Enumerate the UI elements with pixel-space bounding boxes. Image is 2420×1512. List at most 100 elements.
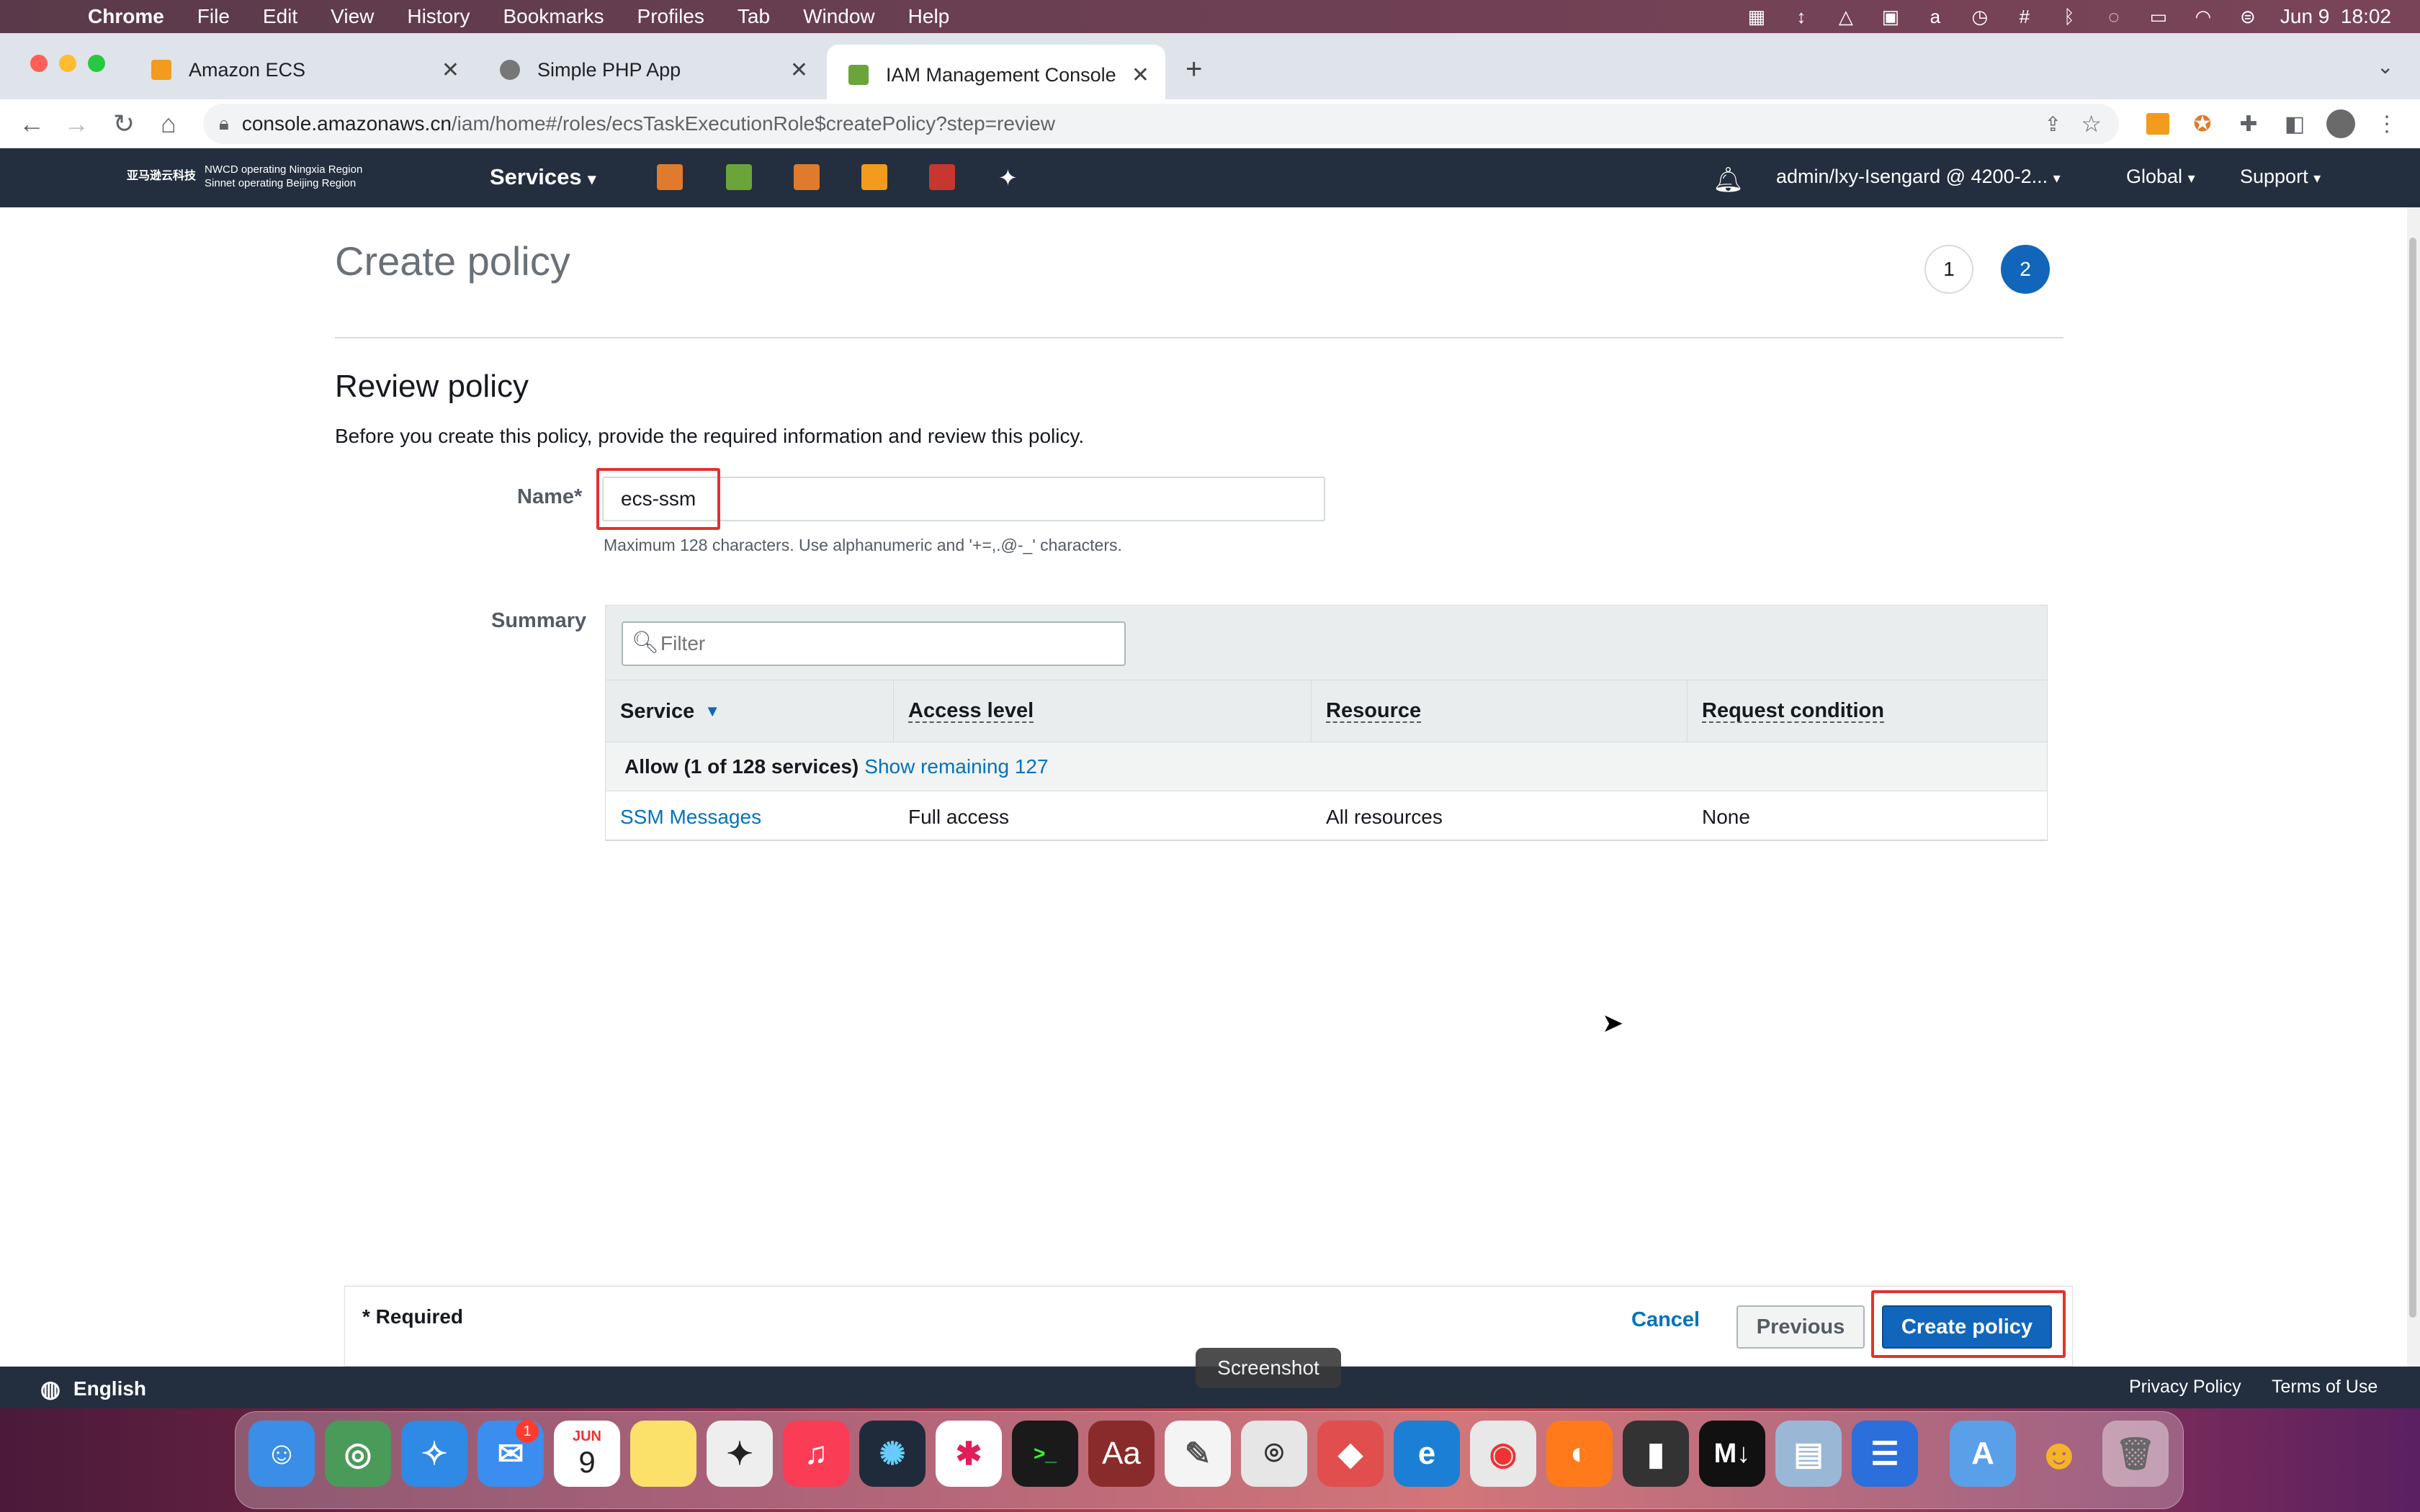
support-menu[interactable]: Support ▾	[2240, 166, 2321, 188]
extensions-puzzle-icon[interactable]: ✚	[2233, 108, 2264, 140]
menu-bookmarks[interactable]: Bookmarks	[503, 5, 604, 28]
menu-help[interactable]: Help	[908, 5, 950, 28]
files-app-icon[interactable]: ☰	[1852, 1421, 1918, 1487]
app-tray-icon[interactable]: ▣	[1878, 6, 1903, 27]
textedit-icon[interactable]: ✎	[1165, 1421, 1231, 1487]
vpn-icon[interactable]: △	[1834, 6, 1858, 27]
region-menu[interactable]: Global ▾	[2126, 166, 2195, 188]
close-window-icon[interactable]	[30, 55, 48, 72]
terminal-icon[interactable]: >_	[1012, 1421, 1078, 1487]
music-icon[interactable]: ♫	[783, 1421, 849, 1487]
services-menu[interactable]: Services ▾	[490, 164, 596, 190]
codedeploy-shortcut-icon[interactable]	[929, 164, 955, 190]
ec2-shortcut-icon[interactable]	[861, 164, 887, 190]
close-tab-icon[interactable]: ✕	[790, 58, 808, 83]
menu-app-name[interactable]: Chrome	[88, 5, 164, 28]
cancel-button[interactable]: Cancel	[1631, 1308, 1700, 1332]
control-center-icon[interactable]: ⊜	[2236, 6, 2260, 27]
ecs-shortcut-icon[interactable]	[657, 164, 683, 190]
side-panel-icon[interactable]: ◧	[2279, 108, 2311, 140]
text-tray-icon[interactable]: a	[1923, 6, 1948, 27]
create-policy-button[interactable]: Create policy	[1882, 1305, 2052, 1349]
pin-icon[interactable]: ✦	[998, 164, 1018, 192]
close-tab-icon[interactable]: ✕	[442, 58, 460, 83]
cloudformation-shortcut-icon[interactable]	[794, 164, 820, 190]
address-bar[interactable]: 🔒︎ console.amazonaws.cn /iam/home#/roles…	[203, 104, 2119, 144]
column-service[interactable]: Service ▼	[606, 680, 894, 742]
wifi-icon[interactable]: ◠	[2191, 6, 2215, 27]
new-tab-icon[interactable]: +	[1186, 53, 1202, 86]
fox-app-icon[interactable]: ✦	[707, 1421, 773, 1487]
menu-edit[interactable]: Edit	[263, 5, 297, 28]
calendar-icon[interactable]: JUN 9	[554, 1421, 620, 1487]
bell-icon[interactable]: 🔔︎	[1713, 166, 1744, 194]
reload-icon[interactable]: ↻	[107, 107, 141, 141]
menu-history[interactable]: History	[407, 5, 470, 28]
bookmark-star-icon[interactable]: ☆	[2081, 110, 2102, 138]
tab-simple-php-app[interactable]: Simple PHP App ✕	[478, 45, 824, 95]
slack-icon[interactable]: ✱	[936, 1421, 1002, 1487]
arrows-icon[interactable]: ↕	[1789, 6, 1814, 27]
share-icon[interactable]: ⇪	[2045, 112, 2061, 136]
lock-icon[interactable]: 🔒︎	[219, 112, 229, 135]
home-icon[interactable]: ⌂	[151, 107, 186, 141]
minimize-window-icon[interactable]	[59, 55, 76, 72]
aws-china-logo[interactable]: 亚马逊云科技 NWCD operating Ningxia Region Sin…	[127, 163, 362, 190]
policy-name-input[interactable]	[602, 477, 1325, 521]
back-icon[interactable]: ←	[14, 107, 49, 141]
column-request-condition[interactable]: Request condition	[1688, 680, 2048, 742]
menu-view[interactable]: View	[331, 5, 374, 28]
column-resource[interactable]: Resource	[1312, 680, 1688, 742]
mascot-app-icon[interactable]: ☻	[2026, 1421, 2092, 1487]
app-bar-icon[interactable]: ▮	[1623, 1421, 1689, 1487]
show-remaining-link[interactable]: Show remaining 127	[864, 755, 1048, 778]
mute-icon[interactable]: ◌	[2102, 6, 2126, 27]
aws-extension-icon[interactable]	[2146, 113, 2169, 135]
notes-icon[interactable]	[630, 1421, 696, 1487]
scrollbar-thumb[interactable]	[2409, 238, 2416, 1318]
filter-input[interactable]	[622, 621, 1126, 666]
chrome-menu-icon[interactable]: ⋮	[2371, 108, 2403, 140]
firefox-icon[interactable]: ◐	[1546, 1421, 1613, 1487]
battery-icon[interactable]: ▭	[2146, 6, 2171, 27]
chrome-icon[interactable]: ◉	[1470, 1421, 1536, 1487]
previous-button[interactable]: Previous	[1736, 1305, 1865, 1349]
profile-avatar[interactable]	[2326, 109, 2355, 138]
close-tab-icon[interactable]: ✕	[1131, 63, 1150, 88]
sort-down-icon[interactable]: ▼	[704, 702, 720, 721]
tab-iam-console[interactable]: IAM Management Console ✕	[827, 45, 1165, 105]
edge-icon[interactable]: e	[1394, 1421, 1460, 1487]
dictionary-icon[interactable]: Aa	[1088, 1421, 1155, 1487]
trash-icon[interactable]: 🗑︎	[2102, 1421, 2169, 1487]
keyboard-icon[interactable]: ▦	[1744, 6, 1769, 27]
menu-window[interactable]: Window	[803, 5, 875, 28]
iam-shortcut-icon[interactable]	[726, 164, 752, 190]
column-access-level[interactable]: Access level	[894, 680, 1312, 742]
extension-icon[interactable]: ✪	[2187, 108, 2218, 140]
service-link[interactable]: SSM Messages	[620, 806, 761, 829]
language-selector[interactable]: ◍ English	[40, 1375, 146, 1403]
menu-profiles[interactable]: Profiles	[637, 5, 704, 28]
applications-folder-icon[interactable]: A	[1950, 1421, 2016, 1487]
terms-of-use-link[interactable]: Terms of Use	[2272, 1377, 2378, 1398]
finder-icon[interactable]: ☺	[248, 1421, 315, 1487]
gear-app-icon[interactable]: ✺	[859, 1421, 926, 1487]
tab-search-icon[interactable]: ⌄	[2377, 55, 2393, 78]
cube-app-icon[interactable]: ◆	[1317, 1421, 1384, 1487]
safari-icon[interactable]: ✧	[401, 1421, 467, 1487]
bluetooth-icon[interactable]: ᛒ	[2057, 6, 2081, 27]
menu-file[interactable]: File	[197, 5, 230, 28]
markdown-app-icon[interactable]: M↓	[1699, 1421, 1765, 1487]
zoom-window-icon[interactable]	[88, 55, 105, 72]
preview-icon[interactable]: ▤	[1775, 1421, 1842, 1487]
time-machine-icon[interactable]: ◷	[1968, 6, 1992, 27]
account-menu[interactable]: admin/lxy-Isengard @ 4200-2... ▾	[1776, 166, 2061, 188]
privacy-policy-link[interactable]: Privacy Policy	[2129, 1377, 2241, 1398]
forward-icon[interactable]: →	[59, 107, 94, 141]
grid-icon[interactable]: #	[2012, 6, 2037, 27]
screenshot-icon[interactable]: ⌾	[1241, 1421, 1307, 1487]
menu-datetime[interactable]: Jun 9 18:02	[2280, 5, 2391, 28]
tab-amazon-ecs[interactable]: Amazon ECS ✕	[130, 45, 475, 95]
menu-tab[interactable]: Tab	[738, 5, 770, 28]
network-app-icon[interactable]: ◎	[325, 1421, 391, 1487]
